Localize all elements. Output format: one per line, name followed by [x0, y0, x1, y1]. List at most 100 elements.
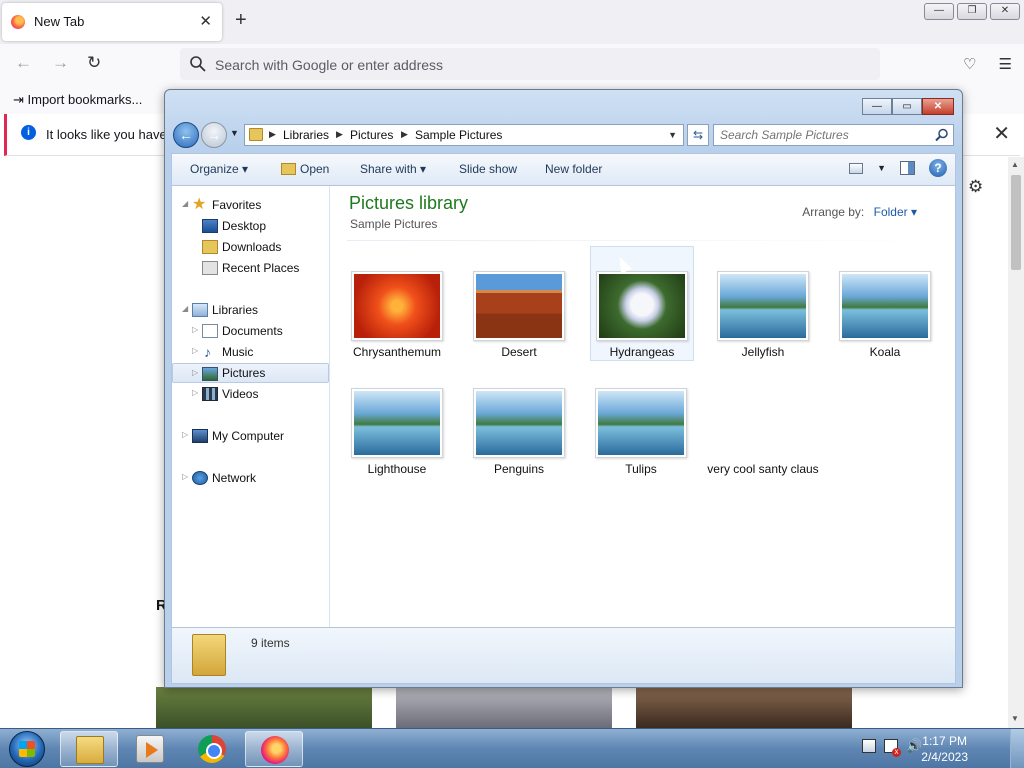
gear-icon[interactable]: ⚙ — [968, 177, 983, 197]
tab-close-button[interactable]: ✕ — [199, 12, 212, 30]
clock[interactable]: 1:17 PM 2/4/2023 — [921, 733, 968, 765]
new-folder-button[interactable]: New folder — [545, 162, 602, 176]
explorer-minimize-button[interactable]: — — [862, 98, 892, 115]
breadcrumb-pictures[interactable]: Pictures — [350, 128, 393, 142]
file-item[interactable]: Chrysanthemum — [345, 246, 449, 361]
story-card-1[interactable] — [156, 687, 372, 728]
nav-item-network[interactable]: ▷ Network — [172, 468, 329, 488]
file-name: Chrysanthemum — [352, 345, 442, 359]
file-item[interactable]: Koala — [833, 246, 937, 361]
nav-item-music[interactable]: ▷ ♪ Music — [172, 342, 329, 362]
forward-arrow-icon[interactable]: → — [52, 53, 69, 73]
explorer-close-button[interactable]: ✕ — [922, 98, 954, 115]
refresh-button[interactable]: ⇆ — [687, 124, 709, 146]
new-tab-button[interactable]: + — [235, 9, 247, 32]
nav-item-favorites[interactable]: ◢ ★ Favorites — [172, 195, 329, 215]
organize-button[interactable]: Organize ▾ — [190, 162, 248, 176]
file-item[interactable]: Penguins — [467, 363, 571, 478]
file-name: Desert — [501, 345, 537, 359]
scrollbar-thumb[interactable] — [1011, 175, 1021, 270]
taskbar-chrome-button[interactable] — [183, 731, 241, 767]
share-with-button[interactable]: Share with ▾ — [360, 162, 426, 176]
library-title: Pictures library — [349, 193, 469, 213]
clock-date: 2/4/2023 — [921, 750, 968, 764]
volume-icon[interactable]: 🔊 — [906, 739, 922, 753]
nav-item-recent-places[interactable]: Recent Places — [172, 258, 329, 278]
change-view-icon[interactable] — [849, 162, 864, 174]
collapsed-arrow-icon[interactable]: ▷ — [182, 430, 188, 439]
nav-item-downloads[interactable]: Downloads — [172, 237, 329, 257]
story-card-3[interactable] — [636, 687, 852, 728]
file-item[interactable]: Lighthouse — [345, 363, 449, 478]
chevron-right-icon[interactable]: ▶ — [336, 129, 343, 140]
import-bookmarks-link[interactable]: ⇥ Import bookmarks... — [13, 92, 142, 108]
slide-show-button[interactable]: Slide show — [459, 162, 517, 176]
breadcrumb-sample-pictures[interactable]: Sample Pictures — [415, 128, 502, 142]
recent-pages-dropdown-icon[interactable]: ▼ — [230, 128, 239, 138]
open-folder-icon — [281, 163, 296, 175]
collapsed-arrow-icon[interactable]: ▷ — [192, 346, 198, 355]
address-bar[interactable]: ▶ Libraries ▶ Pictures ▶ Sample Pictures… — [244, 124, 684, 146]
chevron-right-icon[interactable]: ▶ — [269, 129, 276, 140]
file-item[interactable]: Tulips — [589, 363, 693, 478]
nav-item-desktop[interactable]: Desktop — [172, 216, 329, 236]
arrange-by-dropdown[interactable]: Folder ▾ — [874, 205, 917, 219]
view-dropdown-icon[interactable]: ▼ — [877, 163, 886, 173]
reload-icon[interactable]: ↻ — [87, 53, 101, 73]
explorer-maximize-button[interactable]: ▭ — [892, 98, 922, 115]
breadcrumb-libraries[interactable]: Libraries — [283, 128, 329, 142]
collapsed-arrow-icon[interactable]: ▷ — [192, 368, 198, 377]
browser-close-button[interactable]: ✕ — [990, 3, 1020, 20]
nav-item-libraries[interactable]: ◢ Libraries — [172, 300, 329, 320]
taskbar-media-player-button[interactable] — [121, 731, 179, 767]
search-box[interactable] — [713, 124, 954, 146]
nav-label: Libraries — [212, 303, 259, 317]
forward-button[interactable]: → — [201, 122, 227, 148]
page-scrollbar[interactable]: ▲ ▼ — [1008, 157, 1024, 728]
nav-item-pictures[interactable]: ▷ Pictures — [172, 363, 329, 383]
address-dropdown-icon[interactable]: ▼ — [668, 130, 677, 140]
browser-restore-button[interactable]: ❐ — [957, 3, 987, 20]
chevron-right-icon[interactable]: ▶ — [401, 129, 408, 140]
details-pane: 9 items — [171, 628, 956, 684]
file-item[interactable]: very cool santy claus — [707, 363, 818, 478]
open-button[interactable]: Open — [281, 162, 329, 176]
expanded-arrow-icon[interactable]: ◢ — [182, 304, 188, 313]
browser-tab-new-tab[interactable]: New Tab ✕ — [2, 3, 222, 41]
nav-label: Pictures — [222, 366, 266, 380]
explorer-caption-buttons: — ▭ ✕ — [862, 98, 954, 115]
expanded-arrow-icon[interactable]: ◢ — [182, 199, 188, 208]
help-icon[interactable]: ? — [929, 159, 947, 177]
taskbar-explorer-button[interactable] — [60, 731, 118, 767]
nav-item-my-computer[interactable]: ▷ My Computer — [172, 426, 329, 446]
show-desktop-button[interactable] — [1010, 729, 1024, 768]
file-item[interactable]: Hydrangeas — [590, 246, 694, 361]
nav-item-videos[interactable]: ▷ Videos — [172, 384, 329, 404]
collapsed-arrow-icon[interactable]: ▷ — [182, 472, 188, 481]
browser-tab-bar: New Tab ✕ + — ❐ ✕ — [0, 0, 1024, 44]
hamburger-menu-icon[interactable]: ☰ — [999, 55, 1012, 73]
nav-item-documents[interactable]: ▷ Documents — [172, 321, 329, 341]
collapsed-arrow-icon[interactable]: ▷ — [192, 388, 198, 397]
action-center-icon[interactable] — [884, 739, 901, 757]
scroll-up-icon[interactable]: ▲ — [1011, 160, 1019, 169]
back-button[interactable]: ← — [173, 122, 199, 148]
notification-close-button[interactable]: ✕ — [993, 121, 1010, 146]
pocket-icon[interactable]: ♡ — [963, 55, 976, 73]
browser-minimize-button[interactable]: — — [924, 3, 954, 20]
file-item[interactable]: Jellyfish — [711, 246, 815, 361]
collapsed-arrow-icon[interactable]: ▷ — [192, 325, 198, 334]
network-tray-icon[interactable] — [862, 739, 876, 753]
preview-pane-icon[interactable] — [900, 161, 915, 175]
taskbar-firefox-button[interactable] — [245, 731, 303, 767]
scroll-down-icon[interactable]: ▼ — [1011, 714, 1019, 723]
back-arrow-icon[interactable]: ← — [15, 53, 32, 73]
file-item[interactable]: Desert — [467, 246, 571, 361]
url-bar[interactable]: Search with Google or enter address — [180, 48, 880, 80]
search-icon[interactable] — [935, 128, 949, 142]
search-input[interactable] — [714, 125, 929, 145]
start-button[interactable] — [9, 731, 45, 767]
browser-window-controls: — ❐ ✕ — [924, 3, 1020, 20]
recent-places-icon — [202, 261, 218, 275]
story-card-2[interactable] — [396, 687, 612, 728]
